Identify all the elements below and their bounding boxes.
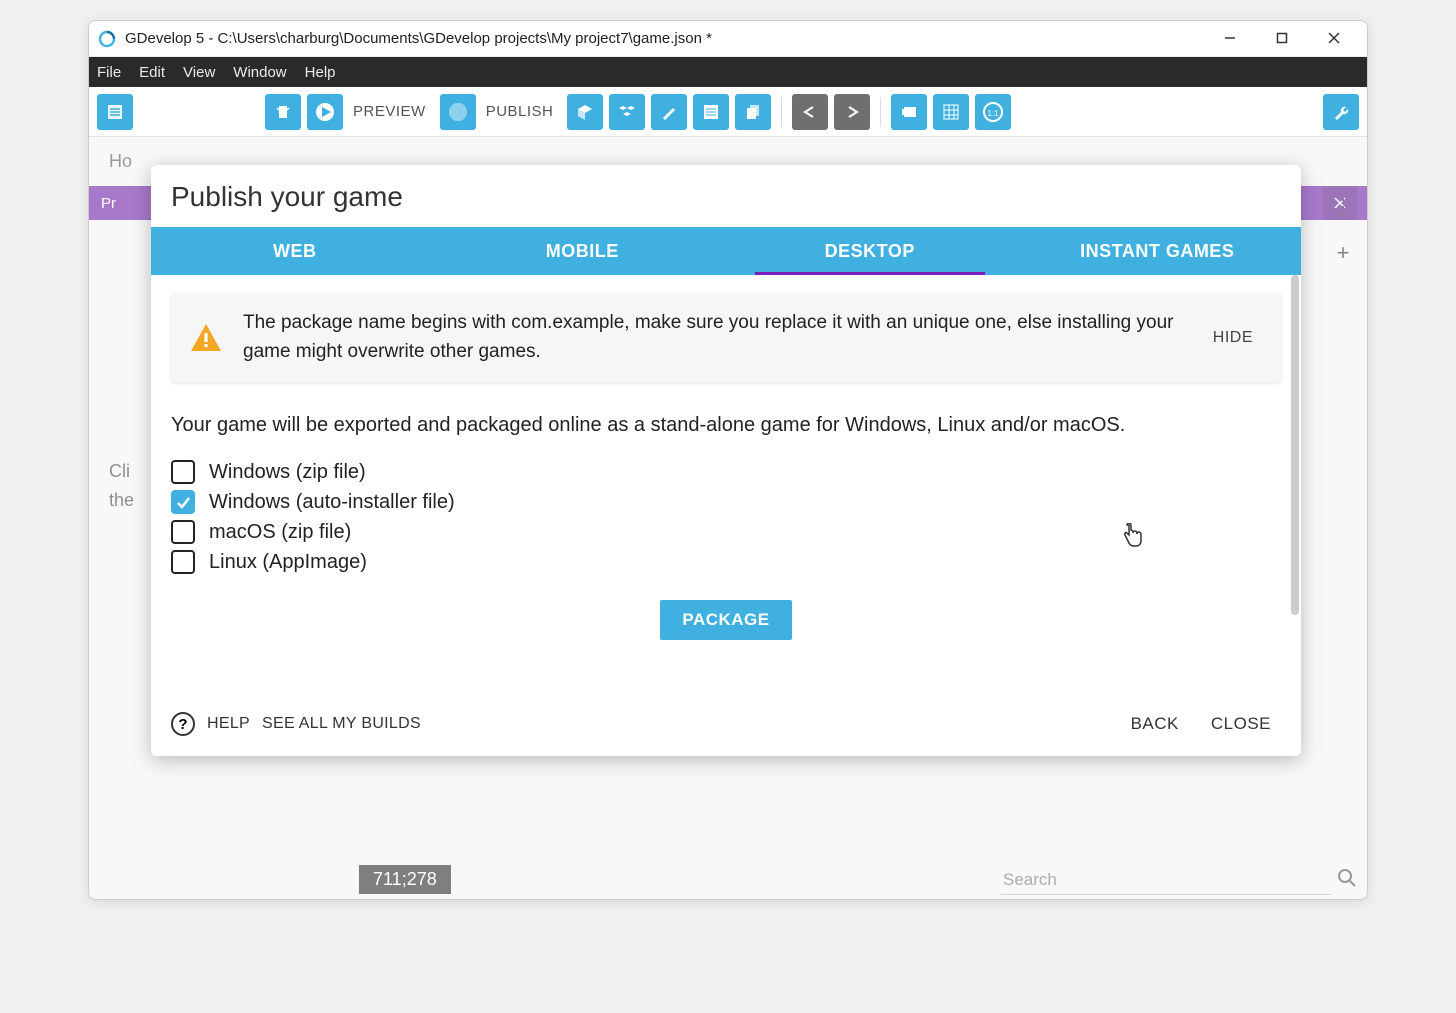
- check-linux-appimage[interactable]: Linux (AppImage): [171, 550, 1281, 574]
- publish-dialog: Publish your game WEB MOBILE DESKTOP INS…: [151, 165, 1301, 756]
- menu-edit[interactable]: Edit: [139, 64, 165, 81]
- menubar: File Edit View Window Help: [89, 57, 1367, 87]
- see-all-builds-button[interactable]: SEE ALL MY BUILDS: [262, 715, 421, 733]
- redo-icon[interactable]: [834, 94, 870, 130]
- warning-card: The package name begins with com.example…: [171, 293, 1281, 382]
- debug-icon[interactable]: [265, 94, 301, 130]
- export-description: Your game will be exported and packaged …: [171, 410, 1281, 440]
- check-label: Windows (zip file): [209, 461, 366, 484]
- copy-icon[interactable]: [735, 94, 771, 130]
- cube-icon[interactable]: [567, 94, 603, 130]
- cubes-icon[interactable]: [609, 94, 645, 130]
- help-icon[interactable]: ?: [171, 712, 195, 736]
- menu-window[interactable]: Window: [233, 64, 286, 81]
- checkbox-icon[interactable]: [171, 550, 195, 574]
- tab-mobile[interactable]: MOBILE: [439, 227, 727, 275]
- wrench-icon[interactable]: [1323, 94, 1359, 130]
- edit-icon[interactable]: [651, 94, 687, 130]
- project-icon[interactable]: [97, 94, 133, 130]
- export-tabs: WEB MOBILE DESKTOP INSTANT GAMES: [151, 227, 1301, 275]
- checkbox-icon[interactable]: [171, 460, 195, 484]
- publish-icon[interactable]: [440, 94, 476, 130]
- checkbox-icon[interactable]: [171, 490, 195, 514]
- minimize-button[interactable]: [1215, 31, 1245, 47]
- menu-help[interactable]: Help: [305, 64, 336, 81]
- maximize-button[interactable]: [1267, 31, 1297, 47]
- back-button[interactable]: BACK: [1121, 710, 1189, 738]
- titlebar: GDevelop 5 - C:\Users\charburg\Documents…: [89, 21, 1367, 57]
- menu-view[interactable]: View: [183, 64, 215, 81]
- zoom-1to1-icon[interactable]: 1:1: [975, 94, 1011, 130]
- tab-desktop[interactable]: DESKTOP: [726, 227, 1014, 275]
- grid-icon[interactable]: [933, 94, 969, 130]
- list-icon[interactable]: [693, 94, 729, 130]
- check-macos-zip[interactable]: macOS (zip file): [171, 520, 1281, 544]
- dialog-scrollbar[interactable]: [1291, 275, 1299, 615]
- publish-label[interactable]: PUBLISH: [486, 103, 554, 120]
- check-windows-zip[interactable]: Windows (zip file): [171, 460, 1281, 484]
- tab-web[interactable]: WEB: [151, 227, 439, 275]
- platform-checklist: Windows (zip file) Windows (auto-install…: [171, 460, 1281, 574]
- preview-label[interactable]: PREVIEW: [353, 103, 426, 120]
- checkbox-icon[interactable]: [171, 520, 195, 544]
- toolbar: PREVIEW PUBLISH 1:1: [89, 87, 1367, 137]
- check-label: Windows (auto-installer file): [209, 491, 455, 514]
- app-window: GDevelop 5 - C:\Users\charburg\Documents…: [88, 20, 1368, 900]
- check-label: macOS (zip file): [209, 521, 351, 544]
- menu-file[interactable]: File: [97, 64, 121, 81]
- warning-icon: [189, 321, 223, 355]
- close-window-button[interactable]: [1319, 31, 1349, 47]
- help-button[interactable]: HELP: [207, 715, 250, 733]
- check-windows-installer[interactable]: Windows (auto-installer file): [171, 490, 1281, 514]
- window-title: GDevelop 5 - C:\Users\charburg\Documents…: [125, 30, 1215, 47]
- cursor-icon: [1121, 523, 1143, 555]
- window-controls: [1215, 31, 1359, 47]
- film-icon[interactable]: [891, 94, 927, 130]
- undo-icon[interactable]: [792, 94, 828, 130]
- close-button[interactable]: CLOSE: [1201, 710, 1281, 738]
- package-button[interactable]: PACKAGE: [660, 600, 791, 640]
- app-icon: [97, 29, 117, 49]
- svg-text:1:1: 1:1: [988, 109, 1000, 118]
- play-icon[interactable]: [307, 94, 343, 130]
- dialog-title: Publish your game: [151, 165, 1301, 227]
- check-label: Linux (AppImage): [209, 551, 367, 574]
- tab-instant-games[interactable]: INSTANT GAMES: [1014, 227, 1302, 275]
- warning-text: The package name begins with com.example…: [243, 309, 1183, 366]
- dialog-footer: ? HELP SEE ALL MY BUILDS BACK CLOSE: [151, 710, 1301, 756]
- hide-warning-button[interactable]: HIDE: [1203, 329, 1263, 347]
